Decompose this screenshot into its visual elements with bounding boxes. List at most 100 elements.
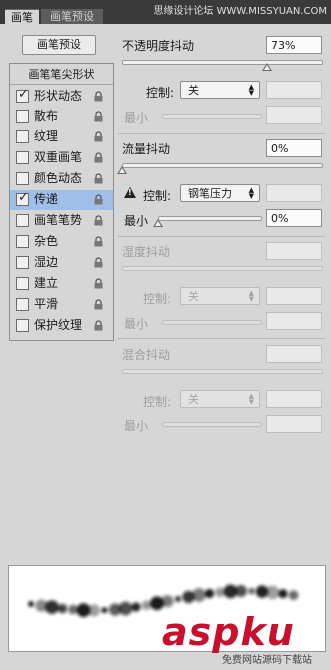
option-noise[interactable]: 杂色 bbox=[10, 232, 113, 252]
minimum-label: 最小 bbox=[124, 111, 149, 125]
checkbox[interactable] bbox=[16, 235, 29, 248]
mix-minimum-input[interactable] bbox=[266, 415, 322, 433]
divider bbox=[118, 133, 325, 134]
brush-dab bbox=[248, 587, 255, 595]
option-label: 画笔笔势 bbox=[34, 213, 83, 227]
checkbox[interactable]: ✓ bbox=[16, 190, 29, 206]
option-brush-pose[interactable]: 画笔笔势 bbox=[10, 211, 113, 231]
brush-presets-button[interactable]: 画笔预设 bbox=[22, 35, 96, 55]
opacity-control-value[interactable] bbox=[266, 81, 322, 99]
brush-tip-shape-item[interactable]: 画笔笔尖形状 bbox=[10, 66, 113, 85]
flow-jitter-slider-thumb[interactable] bbox=[117, 166, 127, 174]
updown-arrows-icon: ▲ ▼ bbox=[248, 83, 254, 97]
checkbox[interactable] bbox=[16, 319, 29, 332]
mix-jitter-slider[interactable] bbox=[122, 369, 323, 374]
brush-options-list: 画笔笔尖形状 ✓ 形状动态 散布 纹理 双重画笔 颜色动态 ✓ 传递 画笔笔势 … bbox=[9, 63, 114, 341]
opacity-jitter-input[interactable]: 73% bbox=[266, 36, 322, 54]
brush-dab bbox=[234, 585, 248, 598]
brush-dab bbox=[131, 602, 141, 612]
brush-dab bbox=[204, 588, 215, 599]
checkbox[interactable] bbox=[16, 298, 29, 311]
opacity-jitter-slider-thumb[interactable] bbox=[262, 63, 273, 71]
brush-panel: 画笔 画笔预设 思缘设计论坛 WWW.MISSYUAN.COM 画笔预设 画笔笔… bbox=[0, 0, 331, 670]
option-wet-edges[interactable]: 湿边 bbox=[10, 253, 113, 273]
lock-icon[interactable] bbox=[94, 215, 103, 226]
wetness-minimum-slider[interactable] bbox=[162, 320, 262, 325]
option-label: 湿边 bbox=[34, 255, 59, 269]
option-protect-texture[interactable]: 保护纹理 bbox=[10, 316, 113, 336]
lock-icon[interactable] bbox=[94, 299, 103, 310]
checkbox[interactable] bbox=[16, 151, 29, 164]
flow-jitter-input[interactable]: 0% bbox=[266, 139, 322, 157]
updown-arrows-icon: ▲ ▼ bbox=[248, 289, 254, 303]
opacity-jitter-label: 不透明度抖动 bbox=[122, 39, 195, 53]
divider bbox=[118, 338, 325, 339]
lock-icon[interactable] bbox=[94, 111, 103, 122]
select-value: 关 bbox=[188, 84, 199, 97]
checkbox[interactable] bbox=[16, 277, 29, 290]
lock-icon[interactable] bbox=[94, 152, 103, 163]
option-transfer[interactable]: ✓ 传递 bbox=[10, 190, 113, 210]
mix-control-select[interactable]: 关 ▲ ▼ bbox=[180, 390, 260, 408]
wetness-control-value[interactable] bbox=[266, 287, 322, 305]
minimum-label: 最小 bbox=[124, 419, 149, 433]
mix-minimum-slider[interactable] bbox=[162, 422, 262, 427]
checkbox[interactable] bbox=[16, 110, 29, 123]
lock-icon[interactable] bbox=[94, 173, 103, 184]
minimum-label: 最小 bbox=[124, 317, 149, 331]
option-label: 传递 bbox=[34, 192, 59, 206]
checkbox[interactable] bbox=[16, 256, 29, 269]
lock-icon[interactable] bbox=[94, 91, 103, 102]
updown-arrows-icon: ▲ ▼ bbox=[248, 186, 254, 200]
wetness-control-select[interactable]: 关 ▲ ▼ bbox=[180, 287, 260, 305]
option-build-up[interactable]: 建立 bbox=[10, 274, 113, 294]
flow-control-value[interactable] bbox=[266, 184, 322, 202]
lock-icon[interactable] bbox=[94, 278, 103, 289]
wetness-jitter-slider[interactable] bbox=[122, 266, 323, 271]
flow-minimum-input[interactable]: 0% bbox=[266, 209, 322, 227]
wetness-minimum-input[interactable] bbox=[266, 312, 322, 330]
brush-dab bbox=[192, 588, 206, 602]
lock-icon[interactable] bbox=[94, 194, 103, 205]
brush-dab bbox=[87, 604, 101, 617]
opacity-minimum-input[interactable] bbox=[266, 106, 322, 124]
select-value: 钢笔压力 bbox=[188, 187, 232, 200]
lock-icon[interactable] bbox=[94, 131, 103, 142]
mix-jitter-input[interactable] bbox=[266, 345, 322, 363]
brush-dab bbox=[141, 600, 152, 611]
brush-dab bbox=[161, 595, 174, 608]
option-label: 建立 bbox=[34, 276, 59, 290]
checkbox[interactable]: ✓ bbox=[16, 87, 29, 103]
checkbox[interactable] bbox=[16, 130, 29, 143]
option-shape-dynamics[interactable]: ✓ 形状动态 bbox=[10, 87, 113, 107]
warning-icon bbox=[124, 187, 136, 198]
option-dual-brush[interactable]: 双重画笔 bbox=[10, 148, 113, 168]
option-color-dynamics[interactable]: 颜色动态 bbox=[10, 169, 113, 189]
mix-control-value[interactable] bbox=[266, 390, 322, 408]
checkbox[interactable] bbox=[16, 214, 29, 227]
control-label: 控制: bbox=[143, 292, 172, 306]
flow-minimum-slider[interactable] bbox=[158, 216, 262, 221]
option-texture[interactable]: 纹理 bbox=[10, 127, 113, 147]
select-value: 关 bbox=[188, 393, 199, 406]
opacity-minimum-slider[interactable] bbox=[162, 114, 262, 119]
tab-brush[interactable]: 画笔 bbox=[5, 9, 39, 25]
flow-minimum-slider-thumb[interactable] bbox=[153, 219, 163, 227]
flow-control-select[interactable]: 钢笔压力 ▲ ▼ bbox=[180, 184, 260, 202]
control-label: 控制: bbox=[143, 395, 172, 409]
option-label: 纹理 bbox=[34, 129, 59, 143]
lock-icon[interactable] bbox=[94, 236, 103, 247]
option-smoothing[interactable]: 平滑 bbox=[10, 295, 113, 315]
tab-brush-presets[interactable]: 画笔预设 bbox=[41, 9, 103, 24]
opacity-jitter-slider[interactable] bbox=[122, 60, 323, 65]
option-label: 散布 bbox=[34, 109, 59, 123]
wetness-jitter-input[interactable] bbox=[266, 242, 322, 260]
flow-jitter-slider[interactable] bbox=[122, 163, 323, 168]
checkbox[interactable] bbox=[16, 172, 29, 185]
lock-icon[interactable] bbox=[94, 257, 103, 268]
option-scattering[interactable]: 散布 bbox=[10, 107, 113, 127]
lock-icon[interactable] bbox=[94, 320, 103, 331]
opacity-control-select[interactable]: 关 ▲ ▼ bbox=[180, 81, 260, 99]
brush-dab bbox=[45, 600, 59, 615]
minimum-label: 最小 bbox=[124, 214, 149, 228]
